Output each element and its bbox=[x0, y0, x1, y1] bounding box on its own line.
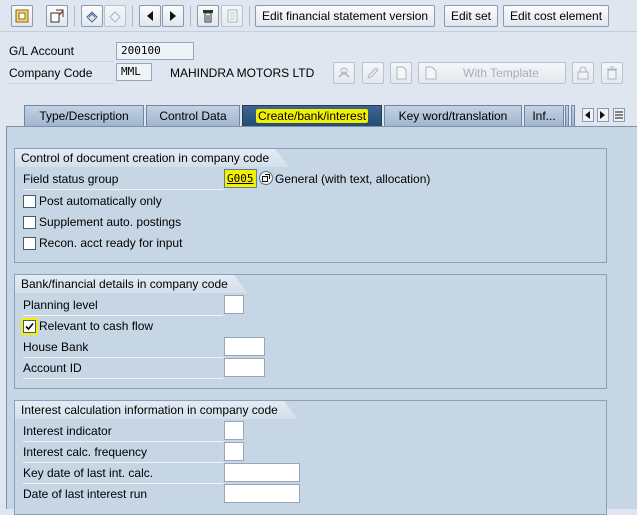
bank-details-title: Bank/financial details in company code bbox=[15, 275, 248, 293]
tab-scroll-left-icon[interactable] bbox=[582, 108, 594, 122]
edit-set-button[interactable]: Edit set bbox=[444, 5, 499, 27]
create-icon[interactable] bbox=[11, 5, 33, 27]
company-name: MAHINDRA MOTORS LTD bbox=[170, 66, 315, 80]
doc-creation-group: Control of document creation in company … bbox=[14, 148, 607, 263]
key-date-input[interactable] bbox=[224, 463, 300, 482]
supplement-auto-checkbox[interactable] bbox=[23, 216, 36, 229]
company-code-label: Company Code bbox=[9, 66, 93, 80]
house-bank-input[interactable] bbox=[224, 337, 265, 356]
print-icon[interactable] bbox=[197, 5, 219, 27]
field-status-group-label: Field status group bbox=[23, 172, 119, 186]
notes-icon bbox=[221, 5, 243, 27]
recon-acct-checkbox[interactable] bbox=[23, 237, 36, 250]
edit-cost-element-button[interactable]: Edit cost element bbox=[503, 5, 610, 27]
display-change-icon[interactable] bbox=[46, 5, 68, 27]
account-id-row: Account ID bbox=[23, 358, 323, 379]
gl-account-label: G/L Account bbox=[9, 44, 74, 58]
post-automatically-label: Post automatically only bbox=[39, 194, 162, 208]
interest-frequency-row: Interest calc. frequency bbox=[23, 442, 323, 463]
cash-flow-row: Relevant to cash flow bbox=[21, 316, 323, 337]
house-bank-label: House Bank bbox=[23, 340, 89, 354]
tab-list-icon[interactable] bbox=[613, 108, 625, 122]
interest-indicator-input[interactable] bbox=[224, 421, 244, 440]
with-template-button: With Template bbox=[418, 62, 566, 84]
checkmark-icon bbox=[25, 322, 34, 331]
tab-label: Create/bank/interest bbox=[255, 109, 369, 123]
tab-control-data[interactable]: Control Data bbox=[146, 105, 240, 127]
gl-account-field[interactable]: 200100 bbox=[116, 42, 194, 60]
company-code-field[interactable]: MML bbox=[116, 63, 152, 81]
delete-icon bbox=[601, 62, 623, 84]
post-automatically-checkbox[interactable] bbox=[23, 195, 36, 208]
post-automatically-row: Post automatically only bbox=[23, 191, 323, 212]
last-run-input[interactable] bbox=[224, 484, 300, 503]
cash-flow-checkbox[interactable] bbox=[21, 318, 38, 335]
last-run-label: Date of last interest run bbox=[23, 487, 148, 501]
field-status-row: Field status group G005 General (with te… bbox=[23, 169, 593, 190]
house-bank-row: House Bank bbox=[23, 337, 323, 358]
tab-type-description[interactable]: Type/Description bbox=[24, 105, 144, 127]
previous-icon[interactable] bbox=[139, 5, 161, 27]
tab-information[interactable]: Inf... bbox=[524, 105, 564, 127]
next-icon[interactable] bbox=[162, 5, 184, 27]
new-document-icon bbox=[390, 62, 412, 84]
interest-frequency-input[interactable] bbox=[224, 442, 244, 461]
tab-label: Type/Description bbox=[39, 109, 129, 123]
where-used-icon bbox=[333, 62, 355, 84]
bank-details-group: Bank/financial details in company code P… bbox=[14, 274, 607, 389]
tab-create-bank-interest[interactable]: Create/bank/interest bbox=[242, 105, 382, 127]
field-status-group-input[interactable]: G005 bbox=[224, 169, 257, 188]
interest-group: Interest calculation information in comp… bbox=[14, 400, 607, 515]
key-date-row: Key date of last int. calc. bbox=[23, 463, 323, 484]
field-status-group-text: General (with text, allocation) bbox=[275, 172, 431, 186]
last-run-row: Date of last interest run bbox=[23, 484, 323, 505]
interest-indicator-row: Interest indicator bbox=[23, 421, 323, 442]
supplement-auto-label: Supplement auto. postings bbox=[39, 215, 182, 229]
tab-key-word-translation[interactable]: Key word/translation bbox=[384, 105, 522, 127]
interest-indicator-label: Interest indicator bbox=[23, 424, 112, 438]
recon-acct-label: Recon. acct ready for input bbox=[39, 236, 183, 250]
recon-acct-row: Recon. acct ready for input bbox=[23, 233, 323, 254]
copy-icon[interactable] bbox=[81, 5, 103, 27]
with-template-label: With Template bbox=[463, 66, 539, 80]
account-id-input[interactable] bbox=[224, 358, 265, 377]
planning-level-input[interactable] bbox=[224, 295, 244, 314]
interest-title: Interest calculation information in comp… bbox=[15, 401, 298, 419]
tab-label: Key word/translation bbox=[398, 109, 508, 123]
tab-label: Control Data bbox=[159, 109, 227, 123]
template-icon bbox=[425, 66, 437, 86]
tab-overflow-edge bbox=[565, 105, 569, 127]
interest-frequency-label: Interest calc. frequency bbox=[23, 445, 148, 459]
supplement-auto-row: Supplement auto. postings bbox=[23, 212, 323, 233]
edit-fs-version-button[interactable]: Edit financial statement version bbox=[255, 5, 436, 27]
key-date-label: Key date of last int. calc. bbox=[23, 466, 154, 480]
tab-scroll-right-icon[interactable] bbox=[597, 108, 609, 122]
account-id-label: Account ID bbox=[23, 361, 82, 375]
refresh-icon bbox=[104, 5, 126, 27]
lock-icon bbox=[572, 62, 594, 84]
tab-overflow-edge bbox=[571, 105, 575, 127]
doc-creation-title: Control of document creation in company … bbox=[15, 149, 289, 167]
planning-level-row: Planning level bbox=[23, 295, 323, 316]
application-toolbar: Edit financial statement version Edit se… bbox=[0, 0, 637, 32]
value-help-icon[interactable] bbox=[259, 171, 273, 185]
edit-pencil-icon bbox=[362, 62, 384, 84]
planning-level-label: Planning level bbox=[23, 298, 98, 312]
cash-flow-label: Relevant to cash flow bbox=[39, 319, 154, 333]
tab-label: Inf... bbox=[532, 109, 556, 123]
